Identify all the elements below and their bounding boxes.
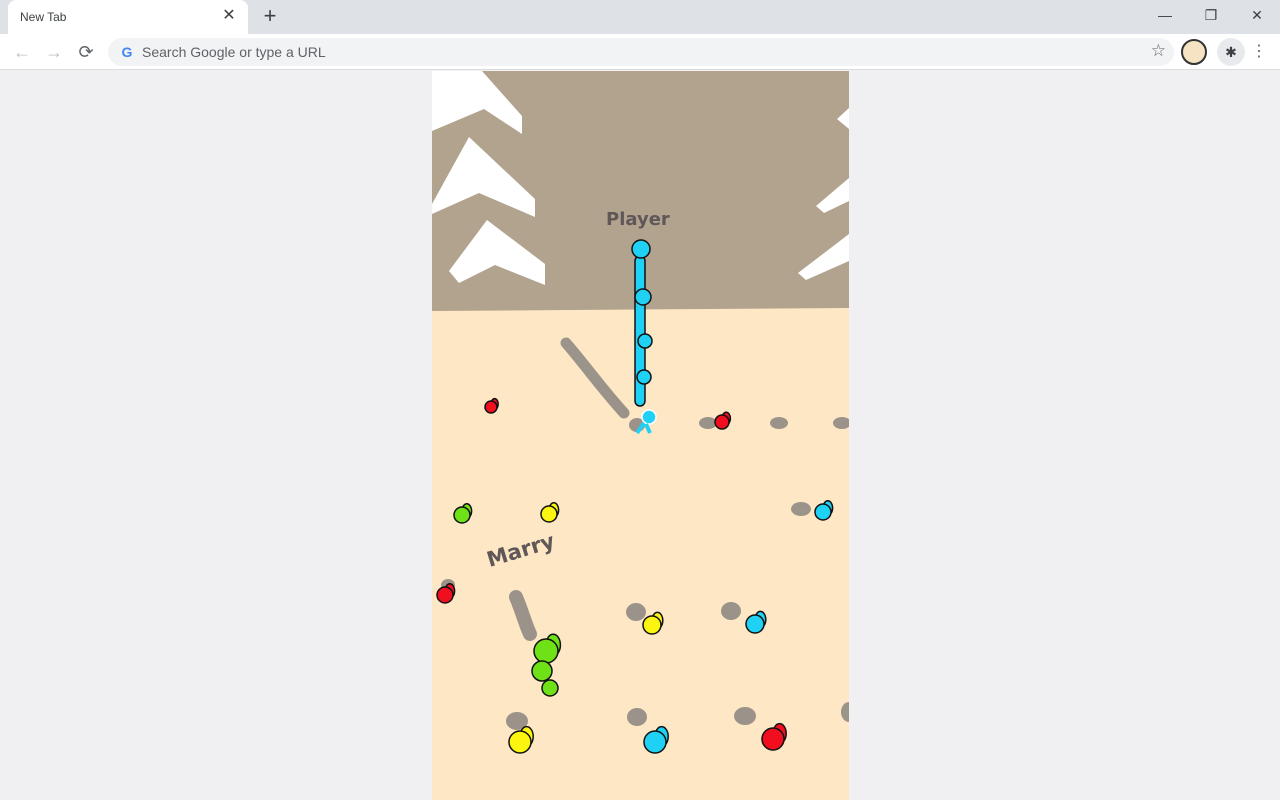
omnibox[interactable]: G Search Google or type a URL ☆ [108, 38, 1174, 66]
shadow [791, 502, 811, 516]
extensions-icon[interactable]: ✱ [1217, 38, 1245, 66]
tab-title: New Tab [20, 10, 67, 24]
character-head [508, 730, 532, 754]
character-cyan [643, 725, 669, 754]
shadow [841, 702, 849, 722]
shadow [721, 602, 741, 620]
character-head [745, 614, 765, 634]
profile-avatar[interactable] [1181, 39, 1207, 65]
npc-characters [436, 397, 834, 754]
close-tab-icon[interactable]: ✕ [220, 7, 238, 25]
omnibox-placeholder: Search Google or type a URL [142, 44, 326, 60]
character-head [453, 506, 471, 524]
player-stack-head [634, 288, 652, 306]
restore-icon[interactable]: ❐ [1188, 4, 1234, 26]
character-cyan [814, 500, 834, 521]
rival-stack-head [541, 679, 559, 697]
minimize-icon[interactable]: — [1142, 4, 1188, 26]
character-head [436, 586, 454, 604]
character-red [761, 722, 787, 751]
character-head [761, 727, 785, 751]
reload-icon[interactable]: ⟳ [73, 39, 99, 65]
character-cyan [745, 610, 767, 634]
player-name-label: Player [606, 209, 670, 230]
tab-new-tab[interactable]: New Tab ✕ [8, 0, 248, 34]
shadow [626, 603, 646, 621]
new-tab-button[interactable]: + [259, 5, 281, 27]
character-head [533, 638, 559, 664]
character-head [540, 505, 558, 523]
chrome-menu-icon[interactable]: ⋮ [1250, 40, 1268, 64]
character-head [814, 503, 832, 521]
character-red [484, 397, 499, 414]
character-yellow [540, 502, 560, 523]
window-close-icon[interactable]: ✕ [1234, 4, 1280, 26]
shadow [734, 707, 756, 725]
forward-icon[interactable]: → [41, 39, 67, 65]
shadow [833, 417, 849, 429]
player-trail-shadow [560, 337, 630, 419]
character-head [642, 615, 662, 635]
character-green [453, 503, 473, 524]
player-character [641, 409, 657, 425]
rival-trail-shadow [509, 590, 537, 641]
game-scene [432, 71, 849, 754]
character-red [714, 411, 732, 430]
back-icon[interactable]: ← [9, 39, 35, 65]
shadow [770, 417, 788, 429]
game-canvas[interactable]: Player Marry [432, 71, 849, 800]
player-stack-head [637, 333, 653, 349]
shadow [699, 417, 717, 429]
bookmark-star-icon[interactable]: ☆ [1151, 41, 1166, 61]
character-head [643, 730, 667, 754]
character-red [436, 583, 456, 604]
shadow [627, 708, 647, 726]
character-yellow [508, 725, 534, 754]
google-icon: G [121, 44, 133, 60]
character-yellow [642, 611, 664, 635]
browser-toolbar: ← → ⟳ G Search Google or type a URL ☆ [0, 34, 1280, 70]
player-stack-head [631, 239, 651, 259]
player-stack-head [636, 369, 652, 385]
tab-strip: New Tab ✕ + — ❐ ✕ [0, 0, 1280, 34]
character-head [714, 414, 730, 430]
character-green [533, 633, 562, 664]
character-head [484, 400, 498, 414]
rival-stack-head [531, 660, 553, 682]
